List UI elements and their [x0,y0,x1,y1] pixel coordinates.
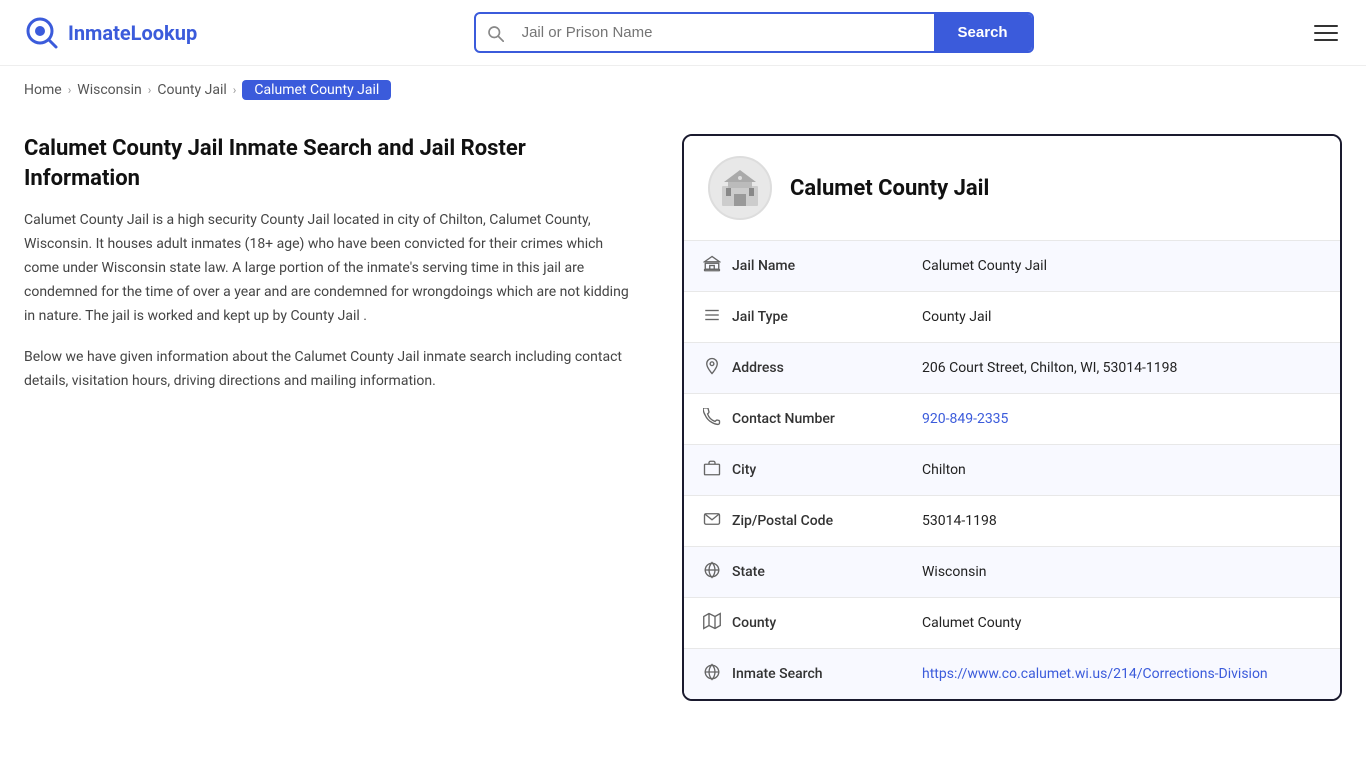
info-value: https://www.co.calumet.wi.us/214/Correct… [904,652,1340,696]
search-input[interactable] [514,14,934,51]
info-label: Jail Name [684,241,904,291]
info-row: Zip/Postal Code 53014-1198 [684,495,1340,546]
main-content: Calumet County Jail Inmate Search and Ja… [0,114,1366,721]
breadcrumb-sep-2: › [148,83,152,97]
info-value: Calumet County [904,601,1340,645]
cell-value: Chilton [922,462,966,478]
info-row: Jail Type County Jail [684,291,1340,342]
info-row: State Wisconsin [684,546,1340,597]
breadcrumb-sep-3: › [233,83,237,97]
row-icon [702,612,722,634]
row-icon [702,663,722,685]
label-text: Jail Name [732,258,795,274]
label-text: State [732,564,765,580]
left-panel: Calumet County Jail Inmate Search and Ja… [24,134,652,394]
facility-icon [718,166,762,210]
breadcrumb-home[interactable]: Home [24,82,62,98]
row-icon [702,510,722,532]
cell-value: 206 Court Street, Chilton, WI, 53014-119… [922,360,1177,376]
info-value: Calumet County Jail [904,244,1340,288]
info-row: Contact Number 920-849-2335 [684,393,1340,444]
info-value: 53014-1198 [904,499,1340,543]
cell-value: Calumet County Jail [922,258,1047,274]
search-bar: Search [474,12,1034,53]
label-text: Contact Number [732,411,835,427]
label-text: Zip/Postal Code [732,513,833,529]
breadcrumb-sep-1: › [68,83,72,97]
breadcrumb: Home › Wisconsin › County Jail › Calumet… [0,66,1366,114]
info-label: County [684,598,904,648]
cell-value: 53014-1198 [922,513,997,529]
info-row: Address 206 Court Street, Chilton, WI, 5… [684,342,1340,393]
row-icon [702,408,722,430]
info-table: Jail Name Calumet County Jail Jail Type … [684,240,1340,699]
row-icon [702,255,722,277]
info-card: Calumet County Jail Jail Name Calumet Co… [682,134,1342,701]
breadcrumb-current: Calumet County Jail [242,80,391,100]
label-text: City [732,462,756,478]
info-row: Jail Name Calumet County Jail [684,240,1340,291]
info-label: City [684,445,904,495]
card-title: Calumet County Jail [790,176,989,201]
label-text: Inmate Search [732,666,823,682]
page-description-2: Below we have given information about th… [24,346,632,394]
contact-link[interactable]: 920-849-2335 [922,411,1008,427]
page-title: Calumet County Jail Inmate Search and Ja… [24,134,632,193]
search-button[interactable]: Search [934,14,1032,51]
row-icon [702,306,722,328]
info-value: Wisconsin [904,550,1340,594]
info-value: County Jail [904,295,1340,339]
info-row: Inmate Search https://www.co.calumet.wi.… [684,648,1340,699]
info-row: County Calumet County [684,597,1340,648]
row-icon [702,561,722,583]
logo-icon [24,15,60,51]
info-row: City Chilton [684,444,1340,495]
info-label: Zip/Postal Code [684,496,904,546]
header: InmateLookup Search [0,0,1366,66]
page-description: Calumet County Jail is a high security C… [24,209,632,328]
cell-value: Calumet County [922,615,1021,631]
label-text: County [732,615,776,631]
info-value: 920-849-2335 [904,397,1340,441]
breadcrumb-type[interactable]: County Jail [157,82,226,98]
info-value: 206 Court Street, Chilton, WI, 53014-119… [904,346,1340,390]
menu-button[interactable] [1310,21,1342,45]
logo[interactable]: InmateLookup [24,15,197,51]
facility-avatar [708,156,772,220]
info-value: Chilton [904,448,1340,492]
label-text: Jail Type [732,309,788,325]
info-label: Jail Type [684,292,904,342]
logo-text: InmateLookup [68,21,197,45]
info-label: Address [684,343,904,393]
row-icon [702,459,722,481]
inmate-search-link[interactable]: https://www.co.calumet.wi.us/214/Correct… [922,666,1268,682]
cell-value: County Jail [922,309,991,325]
cell-value: Wisconsin [922,564,986,580]
search-icon [476,24,514,42]
info-label: Inmate Search [684,649,904,699]
breadcrumb-state[interactable]: Wisconsin [77,82,141,98]
row-icon [702,357,722,379]
card-header: Calumet County Jail [684,136,1340,240]
label-text: Address [732,360,784,376]
info-label: Contact Number [684,394,904,444]
info-label: State [684,547,904,597]
